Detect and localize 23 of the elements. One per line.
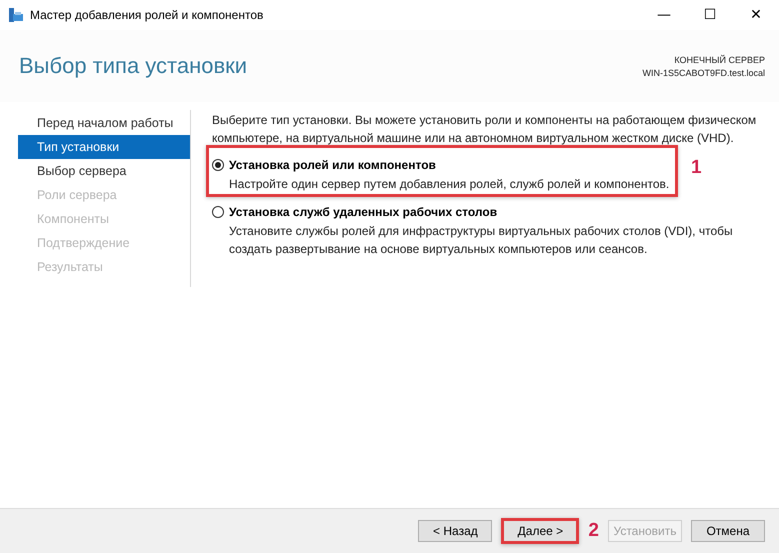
option-title: Установка служб удаленных рабочих столов (229, 205, 498, 219)
option-title: Установка ролей или компонентов (229, 158, 436, 172)
page-title: Выбор типа установки (19, 53, 248, 79)
close-button[interactable]: ✕ (733, 0, 779, 30)
radio-button[interactable] (212, 159, 224, 171)
sidebar-item[interactable]: Тип установки (18, 135, 190, 159)
wizard-button[interactable]: Отмена (691, 520, 765, 542)
option-description: Установите службы ролей для инфраструктуры виртуальных рабочих столов (VDI), чтобы создать развертывание на основе виртуальных компьютеров или сеансов. (229, 223, 734, 258)
app-icon (8, 7, 24, 23)
minimize-button[interactable]: — (641, 0, 687, 30)
step-number: 2 (588, 520, 599, 542)
step-number: 1 (691, 157, 702, 179)
wizard-button[interactable]: Далее > (501, 518, 580, 544)
window-title: Мастер добавления ролей и компонентов (30, 8, 264, 22)
sidebar-item[interactable]: Выбор сервера (18, 159, 190, 183)
intro-text: Выберите тип установки. Вы можете установить роли и компоненты на работающем физическом компьютере, на виртуальной машине или на автономном виртуальном жестком диске (VHD). (212, 112, 758, 147)
radio-button[interactable] (212, 206, 224, 218)
sidebar-item[interactable]: Перед началом работы (18, 111, 190, 135)
target-server-name: WIN-1S5CABOT9FD.test.local (642, 68, 765, 78)
target-server-label: КОНЕЧНЫЙ СЕРВЕР (674, 54, 765, 64)
maximize-button[interactable]: ☐ (687, 0, 733, 30)
option-description: Настройте один сервер путем добавления ролей, служб ролей и компонентов. (229, 176, 670, 193)
wizard-button[interactable]: < Назад (418, 520, 492, 542)
